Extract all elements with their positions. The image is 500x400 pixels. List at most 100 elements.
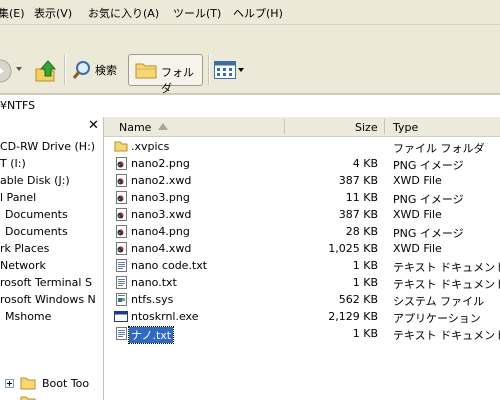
chevron-down-icon [238,68,244,72]
text-file-icon [116,327,127,340]
folder-tree-pane: ✕ CD-RW Drive (H:) T (I:) able Disk (J:)… [0,117,104,400]
tree-item-network[interactable]: Network [0,259,46,272]
menu-view[interactable]: 表示(V) [34,5,72,21]
system-file-icon [116,293,127,306]
column-divider[interactable] [384,119,385,134]
file-name: .xvpics [131,140,170,153]
file-row[interactable]: nano2.xwd 387 KB XWD File [104,172,500,189]
folder-icon [135,63,157,79]
tree-item-mshome[interactable]: Mshome [5,310,51,323]
file-type: システム ファイル [393,295,485,308]
file-row[interactable]: ナノ.txt 1 KB テキスト ドキュメント [104,325,500,344]
file-size: 387 KB [338,174,378,187]
file-size: 1 KB [352,327,378,340]
tree-item-documents-1[interactable]: Documents [5,208,68,221]
tree-item-drive-i[interactable]: T (I:) [0,157,26,170]
column-name[interactable]: Name [119,121,151,134]
file-type: ファイル フォルダ [393,142,485,155]
file-size: 1 KB [352,259,378,272]
file-row[interactable]: nano2.png 4 KB PNG イメージ [104,155,500,172]
file-name: ntoskrnl.exe [131,310,199,323]
column-size[interactable]: Size [355,121,378,134]
column-type[interactable]: Type [393,121,418,134]
file-name: nano4.png [131,225,190,238]
image-file-icon [116,157,127,170]
tree-item-cd-rw-drive[interactable]: CD-RW Drive (H:) [0,140,95,153]
image-file-icon [116,225,127,238]
tree-item-boot[interactable]: Boot Too [42,377,89,390]
file-name: nano.txt [131,276,177,289]
address-value: ¥NTFS [0,99,36,112]
image-file-icon [116,174,127,187]
file-row[interactable]: nano3.xwd 387 KB XWD File [104,206,500,223]
file-type: PNG イメージ [393,159,464,172]
toolbar: 検索 フォルダ [0,25,500,95]
image-file-icon [116,191,127,204]
file-name: nano3.xwd [131,208,192,221]
file-type: XWD File [393,242,442,255]
tree-item-network-places[interactable]: rk Places [0,242,49,255]
toolbar-separator [64,55,66,85]
file-size: 387 KB [338,208,378,221]
file-row[interactable]: .xvpics ファイル フォルダ [104,138,500,155]
text-file-icon [116,276,127,289]
menu-help[interactable]: ヘルプ(H) [233,5,283,21]
forward-dropdown[interactable] [16,67,22,71]
tree-item-documents-2[interactable]: Documents [5,225,68,238]
menu-favorites[interactable]: お気に入り(A) [88,5,159,21]
file-size: 1 KB [352,276,378,289]
tree-item-terminal-services[interactable]: rosoft Terminal S [0,276,92,289]
file-type: テキスト ドキュメント [393,278,500,291]
file-size: 4 KB [352,157,378,170]
file-name: nano2.xwd [131,174,192,187]
file-row[interactable]: ntfs.sys 562 KB システム ファイル [104,291,500,308]
views-button[interactable] [214,61,244,79]
folders-label: フォルダ [161,66,194,95]
folder-icon [20,396,36,400]
file-type: PNG イメージ [393,193,464,206]
file-type: アプリケーション [393,312,481,325]
file-row[interactable]: nano code.txt 1 KB テキスト ドキュメント [104,257,500,274]
boot-folder-icon [20,377,36,390]
file-type: XWD File [393,208,442,221]
file-size: 2,129 KB [328,310,378,323]
file-size: 11 KB [345,191,378,204]
expand-icon[interactable] [5,379,14,388]
menu-tools[interactable]: ツール(T) [173,5,221,21]
views-icon [214,61,236,79]
folder-icon [114,141,128,152]
address-bar[interactable]: ¥NTFS [0,94,500,118]
chevron-down-icon [16,67,22,71]
file-row[interactable]: nano4.png 28 KB PNG イメージ [104,223,500,240]
file-list-pane: Name Size Type .xvpics ファイル フォルダ nano2.png… [104,117,500,400]
search-button[interactable]: 検索 [72,60,117,80]
file-type: テキスト ドキュメント [393,329,500,342]
file-row[interactable]: nano.txt 1 KB テキスト ドキュメント [104,274,500,291]
tree-item-control-panel[interactable]: l Panel [0,191,36,204]
image-file-icon [116,208,127,221]
search-label: 検索 [95,64,117,77]
file-name: nano3.png [131,191,190,204]
up-folder-button[interactable] [34,59,58,83]
sort-ascending-icon [158,123,168,130]
file-row[interactable]: nano4.xwd 1,025 KB XWD File [104,240,500,257]
file-name: nano4.xwd [131,242,192,255]
menu-bar: 集(E) 表示(V) お気に入り(A) ツール(T) ヘルプ(H) [0,0,500,25]
tree-item-removable-disk[interactable]: able Disk (J:) [0,174,70,187]
image-file-icon [116,242,127,255]
forward-button[interactable] [0,59,12,83]
menu-edit[interactable]: 集(E) [0,5,25,21]
close-icon[interactable]: ✕ [88,118,99,133]
folders-button[interactable]: フォルダ [128,54,203,95]
file-row[interactable]: nano3.png 11 KB PNG イメージ [104,189,500,206]
file-name: nano code.txt [131,259,208,272]
up-folder-icon [35,60,57,82]
tree-item-windows-network[interactable]: rosoft Windows N [0,293,96,306]
file-row[interactable]: ntoskrnl.exe 2,129 KB アプリケーション [104,308,500,325]
application-icon [114,311,128,322]
forward-arrow-icon [0,59,12,83]
file-name: ntfs.sys [131,293,174,306]
column-divider[interactable] [284,119,285,134]
file-name: ナノ.txt [127,326,175,344]
file-type: PNG イメージ [393,227,464,240]
